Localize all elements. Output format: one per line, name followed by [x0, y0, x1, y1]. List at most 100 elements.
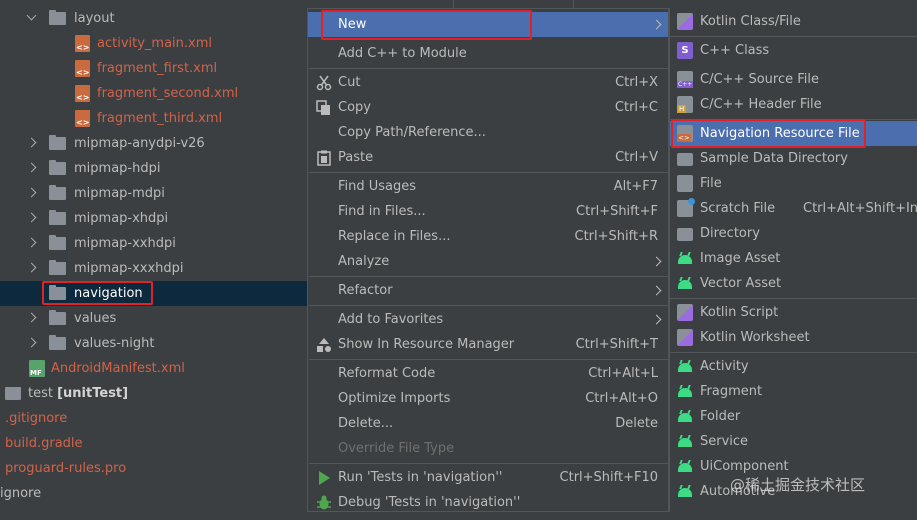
- submenu-item-cpp-header[interactable]: C/C++ Header File: [670, 92, 917, 117]
- android-icon: [677, 250, 693, 267]
- tree-item-label: mipmap-anydpi-v26: [74, 136, 205, 151]
- tree-item-mipmap-xxxhdpi[interactable]: mipmap-xxxhdpi: [0, 256, 308, 281]
- submenu-item-kotlin-script[interactable]: Kotlin Script: [670, 300, 917, 325]
- menu-item-shortcut: Delete: [615, 416, 658, 431]
- menu-item-copy[interactable]: Copy Ctrl+C: [308, 95, 668, 120]
- menu-item-label: Debug 'Tests in 'navigation'': [338, 495, 521, 510]
- android-icon: [677, 483, 693, 500]
- menu-separator: [670, 36, 917, 37]
- menu-item-shortcut: Ctrl+Shift+T: [575, 337, 658, 352]
- menu-item-delete[interactable]: Delete... Delete: [308, 411, 668, 436]
- tree-item-label: mipmap-xxxhdpi: [74, 261, 184, 276]
- menu-item-copy-path[interactable]: Copy Path/Reference...: [308, 120, 668, 145]
- submenu-item-fragment[interactable]: Fragment: [670, 379, 917, 404]
- menu-item-shortcut: Ctrl+Shift+F10: [559, 470, 658, 485]
- menu-item-add-to-favorites[interactable]: Add to Favorites: [308, 307, 668, 332]
- chevron-right-icon[interactable]: [27, 131, 37, 156]
- tree-item-label: values: [74, 311, 117, 326]
- chevron-down-icon[interactable]: [27, 6, 37, 31]
- menu-item-shortcut: Alt+F7: [613, 179, 658, 194]
- menu-item-cut[interactable]: Cut Ctrl+X: [308, 70, 668, 95]
- submenu-item-shortcut: Ctrl+Alt+Shift+Ins: [803, 201, 917, 216]
- submenu-item-label: Kotlin Class/File: [700, 14, 801, 29]
- submenu-item-kotlin-class[interactable]: Kotlin Class/File: [670, 9, 917, 34]
- menu-item-shortcut: Ctrl+Alt+L: [588, 366, 658, 381]
- submenu-item-cpp-source[interactable]: C/C++ Source File: [670, 67, 917, 92]
- menu-item-run-tests[interactable]: Run 'Tests in 'navigation'' Ctrl+Shift+F…: [308, 465, 668, 490]
- tree-item-label: mipmap-mdpi: [74, 186, 165, 201]
- file-icon: [677, 175, 693, 192]
- chevron-right-icon[interactable]: [27, 181, 37, 206]
- tree-item-fragment-second[interactable]: fragment_second.xml: [0, 81, 308, 106]
- submenu-item-kotlin-worksheet[interactable]: Kotlin Worksheet: [670, 325, 917, 350]
- menu-separator: [309, 463, 669, 464]
- submenu-item-label: C/C++ Header File: [700, 97, 822, 112]
- cpp-header-file-icon: [677, 96, 693, 113]
- android-icon: [677, 433, 693, 450]
- tree-item-android-manifest[interactable]: AndroidManifest.xml: [0, 356, 308, 381]
- debug-icon: [316, 495, 332, 511]
- tree-item-fragment-first[interactable]: fragment_first.xml: [0, 56, 308, 81]
- menu-item-find-in-files[interactable]: Find in Files... Ctrl+Shift+F: [308, 199, 668, 224]
- menu-item-reformat-code[interactable]: Reformat Code Ctrl+Alt+L: [308, 361, 668, 386]
- menu-separator: [670, 352, 917, 353]
- submenu-item-image-asset[interactable]: Image Asset: [670, 246, 917, 271]
- menu-item-analyze[interactable]: Analyze: [308, 249, 668, 274]
- tree-item-layout[interactable]: layout: [0, 6, 308, 31]
- tree-item-fragment-third[interactable]: fragment_third.xml: [0, 106, 308, 131]
- menu-item-label: Paste: [338, 150, 374, 165]
- submenu-item-service[interactable]: Service: [670, 429, 917, 454]
- menu-item-shortcut: Ctrl+V: [615, 150, 658, 165]
- chevron-right-icon[interactable]: [27, 156, 37, 181]
- menu-item-label: Analyze: [338, 254, 390, 269]
- menu-item-add-cpp[interactable]: Add C++ to Module: [308, 41, 668, 66]
- tree-item-values-night[interactable]: values-night: [0, 331, 308, 356]
- chevron-right-icon[interactable]: [27, 206, 37, 231]
- menu-item-label: Copy: [338, 100, 371, 115]
- submenu-item-file[interactable]: File: [670, 171, 917, 196]
- menu-item-label: Override File Type: [338, 441, 455, 456]
- menu-separator: [309, 359, 669, 360]
- chevron-right-icon[interactable]: [27, 256, 37, 281]
- tree-item-gitignore[interactable]: .gitignore: [0, 406, 308, 431]
- tree-item-test[interactable]: test [unitTest]: [0, 381, 308, 406]
- menu-item-shortcut: Ctrl+C: [614, 100, 658, 115]
- menu-item-find-usages[interactable]: Find Usages Alt+F7: [308, 174, 668, 199]
- copy-icon: [316, 100, 332, 116]
- submenu-item-scratch-file[interactable]: Scratch File Ctrl+Alt+Shift+Ins: [670, 196, 917, 221]
- chevron-right-icon[interactable]: [27, 331, 37, 356]
- tree-item-mipmap-xhdpi[interactable]: mipmap-xhdpi: [0, 206, 308, 231]
- highlight-box-navigation: [42, 281, 153, 305]
- tree-item-ignore[interactable]: ignore: [0, 481, 308, 506]
- chevron-right-icon[interactable]: [27, 231, 37, 256]
- tree-item-mipmap-xxhdpi[interactable]: mipmap-xxhdpi: [0, 231, 308, 256]
- tree-item-mipmap-anydpi[interactable]: mipmap-anydpi-v26: [0, 131, 308, 156]
- tree-item-mipmap-hdpi[interactable]: mipmap-hdpi: [0, 156, 308, 181]
- xml-file-icon: [75, 60, 90, 77]
- tree-item-label: proguard-rules.pro: [5, 461, 127, 476]
- menu-item-label: Replace in Files...: [338, 229, 451, 244]
- chevron-right-icon[interactable]: [27, 306, 37, 331]
- menu-item-show-in-resource-manager[interactable]: Show In Resource Manager Ctrl+Shift+T: [308, 332, 668, 357]
- submenu-item-activity[interactable]: Activity: [670, 354, 917, 379]
- submenu-item-cpp-class[interactable]: S C++ Class: [670, 38, 917, 63]
- menu-item-replace-in-files[interactable]: Replace in Files... Ctrl+Shift+R: [308, 224, 668, 249]
- tree-item-proguard[interactable]: proguard-rules.pro: [0, 456, 308, 481]
- menu-item-refactor[interactable]: Refactor: [308, 278, 668, 303]
- tree-item-build-gradle[interactable]: build.gradle: [0, 431, 308, 456]
- submenu-item-vector-asset[interactable]: Vector Asset: [670, 271, 917, 296]
- menu-item-label: Run 'Tests in 'navigation'': [338, 470, 503, 485]
- submenu-item-sample-data-directory[interactable]: Sample Data Directory: [670, 146, 917, 171]
- tree-item-values[interactable]: values: [0, 306, 308, 331]
- submenu-item-directory[interactable]: Directory: [670, 221, 917, 246]
- submenu-item-label: Kotlin Worksheet: [700, 330, 810, 345]
- tree-item-activity-main[interactable]: activity_main.xml: [0, 31, 308, 56]
- menu-item-optimize-imports[interactable]: Optimize Imports Ctrl+Alt+O: [308, 386, 668, 411]
- context-menu: New Add C++ to Module Cut Ctrl+X Copy Ct…: [307, 8, 669, 512]
- folder-icon: [49, 135, 66, 150]
- menu-item-debug-tests[interactable]: Debug 'Tests in 'navigation'': [308, 490, 668, 515]
- submenu-item-folder[interactable]: Folder: [670, 404, 917, 429]
- folder-icon: [49, 185, 66, 200]
- menu-item-paste[interactable]: Paste Ctrl+V: [308, 145, 668, 170]
- tree-item-mipmap-mdpi[interactable]: mipmap-mdpi: [0, 181, 308, 206]
